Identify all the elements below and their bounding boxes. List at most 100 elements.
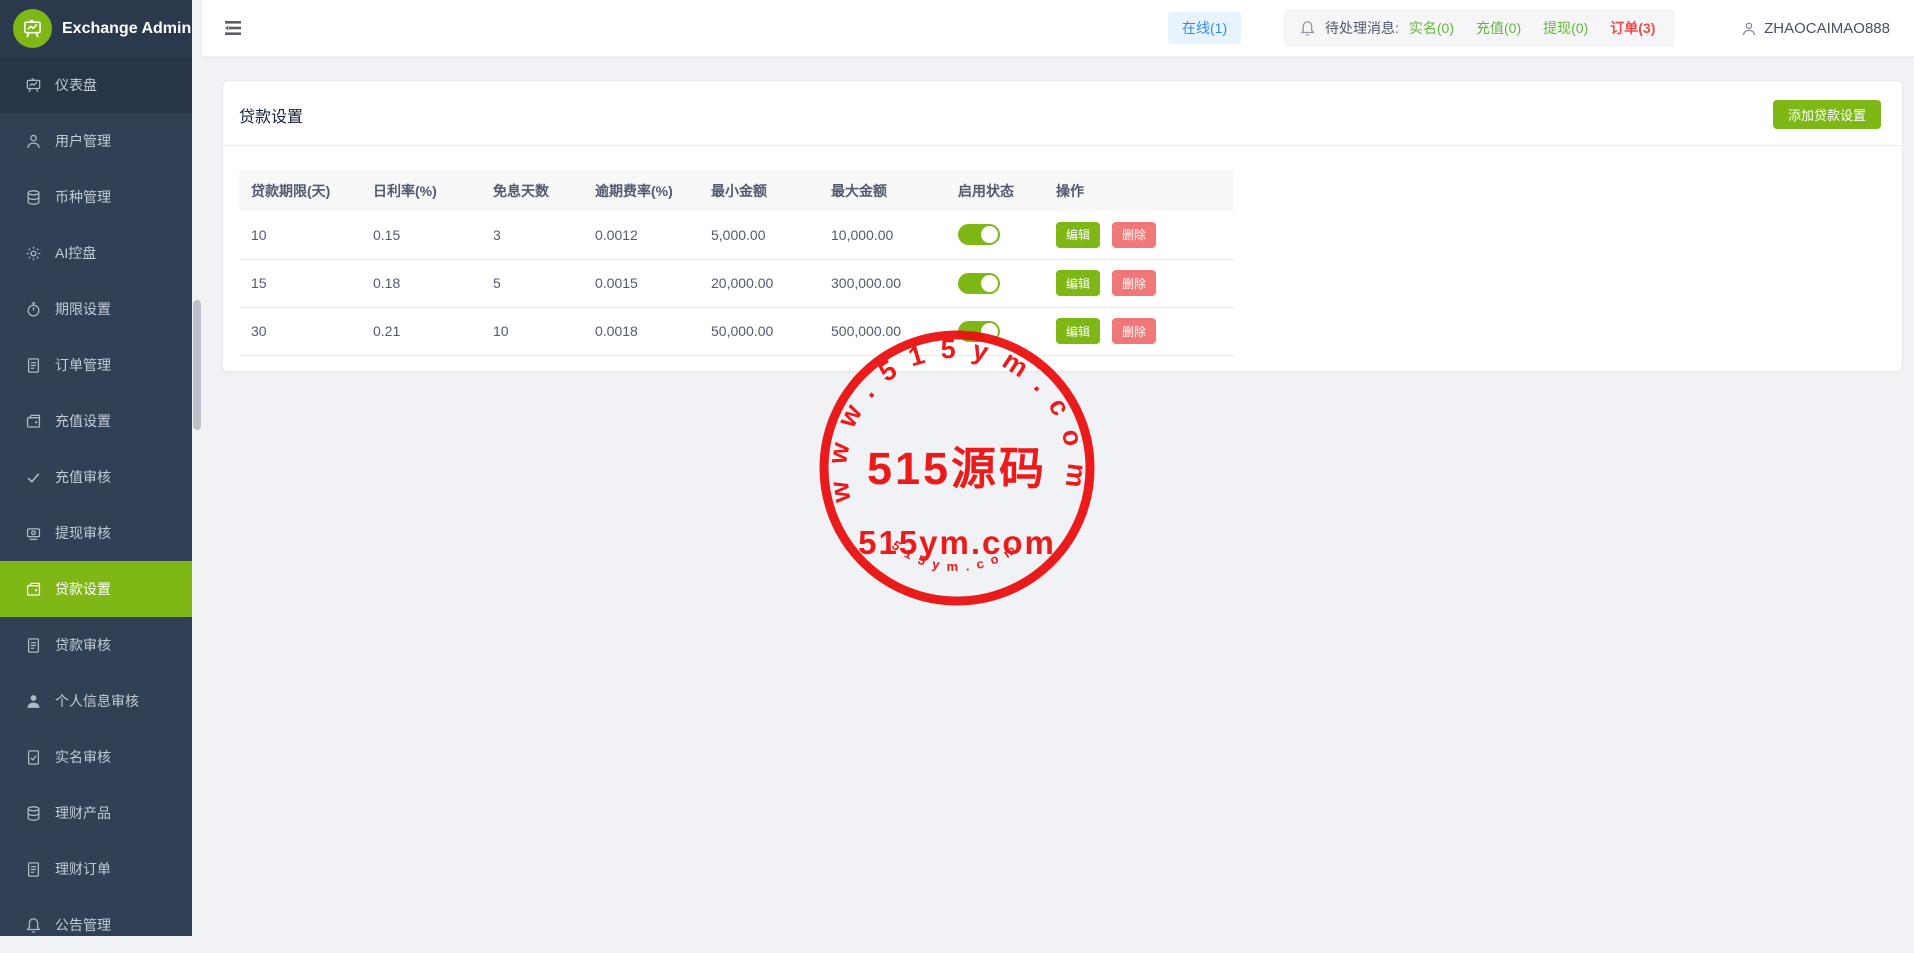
bell-icon (1299, 20, 1316, 37)
sidebar-menu: 仪表盘用户管理币种管理 AI控盘期限设置订单管理充值设置充值审核提现审核贷款设置贷… (0, 57, 192, 953)
delete-button[interactable]: 删除 (1112, 222, 1156, 248)
wallet-icon (25, 413, 42, 430)
toggle-knob (981, 226, 998, 243)
message-link[interactable]: 订单(3) (1610, 20, 1655, 36)
money-icon (25, 525, 42, 542)
enable-toggle[interactable] (958, 273, 1000, 294)
db-icon (25, 805, 42, 822)
sidebar-item-label: 实名审核 (55, 747, 111, 767)
online-count-badge[interactable]: 在线(1) (1168, 12, 1241, 44)
sidebar-item-label: 提现审核 (55, 523, 111, 543)
sidebar-item-wealth-products[interactable]: 理财产品 (0, 785, 192, 841)
table-cell: 0.21 (361, 307, 481, 355)
doc-icon (25, 861, 42, 878)
table-cell-actions: 编辑删除 (1044, 211, 1234, 259)
table-cell: 10 (239, 211, 361, 259)
pending-messages-box: 待处理消息: 实名(0)充值(0)提现(0)订单(3) (1283, 9, 1675, 47)
table-row: 300.21100.001850,000.00500,000.00编辑删除 (239, 307, 1234, 355)
sidebar-item-label: 公告管理 (55, 915, 111, 935)
edit-button[interactable]: 编辑 (1056, 222, 1100, 248)
edit-button[interactable]: 编辑 (1056, 318, 1100, 344)
user-icon (1741, 21, 1757, 37)
sidebar-item-profile-review[interactable]: 个人信息审核 (0, 673, 192, 729)
sidebar-item-label: 个人信息审核 (55, 691, 139, 711)
collapse-sidebar-icon[interactable] (222, 17, 244, 39)
sidebar-item-currency[interactable]: 币种管理 (0, 169, 192, 225)
table-cell-status (946, 211, 1044, 259)
column-header: 贷款期限(天) (239, 170, 361, 211)
bell-icon (25, 917, 42, 934)
doc-icon (25, 637, 42, 654)
table-wrap: 贷款期限(天)日利率(%)免息天数逾期费率(%)最小金额最大金额启用状态操作 1… (223, 146, 1902, 356)
check-icon (25, 469, 42, 486)
sidebar-item-dashboard[interactable]: 仪表盘 (0, 57, 192, 113)
table-cell: 10 (481, 307, 583, 355)
user-menu[interactable]: ZHAOCAIMAO888 (1741, 0, 1890, 57)
sidebar-item-orders[interactable]: 订单管理 (0, 337, 192, 393)
sidebar-item-label: AI控盘 (55, 243, 96, 263)
board-icon (25, 77, 42, 94)
scrollbar-thumb[interactable] (193, 300, 201, 430)
sidebar-item-label: 期限设置 (55, 299, 111, 319)
toggle-knob (981, 275, 998, 292)
sidebar-item-label: 币种管理 (55, 187, 111, 207)
sidebar-item-recharge-review[interactable]: 充值审核 (0, 449, 192, 505)
delete-button[interactable]: 删除 (1112, 318, 1156, 344)
column-header: 启用状态 (946, 170, 1044, 211)
table-cell-actions: 编辑删除 (1044, 307, 1234, 355)
sidebar-item-loan-settings[interactable]: 贷款设置 (0, 561, 192, 617)
sidebar-item-realname-review[interactable]: 实名审核 (0, 729, 192, 785)
sidebar-item-announcements[interactable]: 公告管理 (0, 897, 192, 953)
table-cell-status (946, 307, 1044, 355)
table-cell: 0.0012 (583, 211, 699, 259)
table-cell: 20,000.00 (699, 259, 819, 307)
enable-toggle[interactable] (958, 321, 1000, 342)
column-header: 逾期费率(%) (583, 170, 699, 211)
sidebar-item-label: 订单管理 (55, 355, 111, 375)
enable-toggle[interactable] (958, 224, 1000, 245)
main-content: 贷款设置 添加贷款设置 贷款期限(天)日利率(%)免息天数逾期费率(%)最小金额… (202, 57, 1914, 936)
message-link[interactable]: 充值(0) (1476, 20, 1521, 36)
loan-settings-table: 贷款期限(天)日利率(%)免息天数逾期费率(%)最小金额最大金额启用状态操作 1… (239, 170, 1234, 356)
app-logo-icon (13, 9, 52, 48)
table-cell: 10,000.00 (819, 211, 946, 259)
sidebar-scrollbar[interactable] (192, 57, 202, 936)
sidebar: Exchange Admin 仪表盘用户管理币种管理AI控盘期限设置订单管理充值… (0, 0, 192, 936)
edit-button[interactable]: 编辑 (1056, 270, 1100, 296)
column-header: 最小金额 (699, 170, 819, 211)
add-loan-setting-button[interactable]: 添加贷款设置 (1773, 100, 1881, 129)
message-link[interactable]: 实名(0) (1409, 20, 1454, 36)
table-cell: 500,000.00 (819, 307, 946, 355)
sidebar-item-ai-control[interactable]: AI控盘 (0, 225, 192, 281)
sidebar-item-withdraw-review[interactable]: 提现审核 (0, 505, 192, 561)
card-header: 贷款设置 添加贷款设置 (223, 81, 1902, 146)
sidebar-item-users[interactable]: 用户管理 (0, 113, 192, 169)
userfill-icon (25, 693, 42, 710)
sidebar-item-wealth-orders[interactable]: 理财订单 (0, 841, 192, 897)
sidebar-item-label: 充值设置 (55, 411, 111, 431)
sidebar-item-loan-review[interactable]: 贷款审核 (0, 617, 192, 673)
user-icon (25, 133, 42, 150)
sidebar-item-label: 仪表盘 (55, 75, 97, 95)
column-header: 最大金额 (819, 170, 946, 211)
column-header: 操作 (1044, 170, 1234, 211)
table-cell-actions: 编辑删除 (1044, 259, 1234, 307)
clock-icon (25, 301, 42, 318)
message-link[interactable]: 提现(0) (1543, 20, 1588, 36)
sidebar-item-label: 理财订单 (55, 859, 111, 879)
table-row: 150.1850.001520,000.00300,000.00编辑删除 (239, 259, 1234, 307)
page-title: 贷款设置 (239, 103, 303, 127)
sidebar-item-recharge-settings[interactable]: 充值设置 (0, 393, 192, 449)
gear-icon (25, 245, 42, 262)
table-body: 100.1530.00125,000.0010,000.00编辑删除150.18… (239, 211, 1234, 355)
sidebar-item-label: 充值审核 (55, 467, 111, 487)
table-cell: 50,000.00 (699, 307, 819, 355)
db-icon (25, 189, 42, 206)
delete-button[interactable]: 删除 (1112, 270, 1156, 296)
table-cell: 5,000.00 (699, 211, 819, 259)
table-cell: 0.18 (361, 259, 481, 307)
sidebar-item-term-settings[interactable]: 期限设置 (0, 281, 192, 337)
column-header: 日利率(%) (361, 170, 481, 211)
doccheck-icon (25, 749, 42, 766)
topbar: 在线(1) 待处理消息: 实名(0)充值(0)提现(0)订单(3) ZHAOCA… (202, 0, 1914, 57)
